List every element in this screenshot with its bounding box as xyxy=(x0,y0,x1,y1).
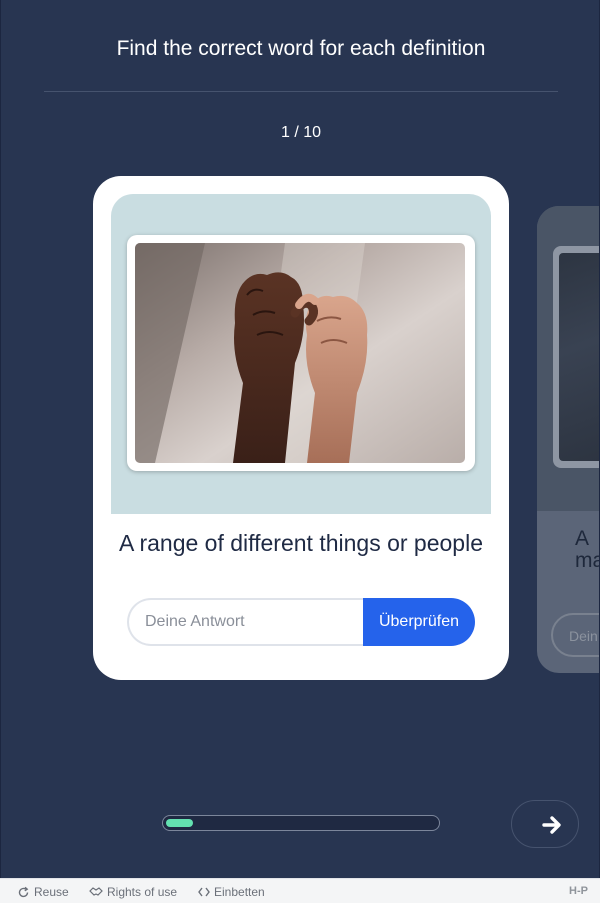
task-title: Find the correct word for each definitio… xyxy=(116,37,486,60)
progress-bar xyxy=(162,815,440,831)
card-photo xyxy=(135,243,465,463)
footer-bar: Reuse Rights of use Einbetten H-P xyxy=(0,878,600,903)
flashcards-app: Find the correct word for each definitio… xyxy=(0,0,600,878)
reuse-link[interactable]: Reuse xyxy=(17,884,69,900)
reuse-label: Reuse xyxy=(34,885,69,899)
embed-label: Einbetten xyxy=(214,885,265,899)
embed-link[interactable]: Einbetten xyxy=(198,884,265,900)
current-card: A range of different things or people Üb… xyxy=(93,176,509,680)
arrow-right-icon xyxy=(542,816,561,834)
card-counter: 1 / 10 xyxy=(280,124,322,141)
rights-of-use-link[interactable]: Rights of use xyxy=(89,884,177,900)
next-card-photo-frame xyxy=(553,246,599,468)
card-image-area xyxy=(111,194,491,514)
check-button[interactable]: Überprüfen xyxy=(363,598,475,646)
next-card-preview: A ma Dein xyxy=(537,206,599,673)
answer-input[interactable] xyxy=(127,598,365,646)
next-card-answer-input: Dein xyxy=(551,613,599,657)
next-card-photo xyxy=(559,253,599,461)
embed-code-icon xyxy=(198,887,210,897)
progress-fill xyxy=(166,819,193,827)
next-card-image-area xyxy=(537,206,599,511)
rights-of-use-label: Rights of use xyxy=(107,885,178,899)
next-card-button[interactable] xyxy=(511,800,579,848)
linked-pinky-fingers-photo xyxy=(135,243,465,463)
card-definition: A range of different things or people xyxy=(118,530,483,556)
handshake-icon xyxy=(89,887,103,896)
h5p-logo: H-P xyxy=(569,885,588,897)
reuse-icon xyxy=(18,886,29,897)
header-divider xyxy=(44,91,558,92)
next-card-definition: A ma xyxy=(575,527,599,572)
card-photo-frame xyxy=(127,235,475,471)
answer-row: Überprüfen xyxy=(127,598,475,646)
